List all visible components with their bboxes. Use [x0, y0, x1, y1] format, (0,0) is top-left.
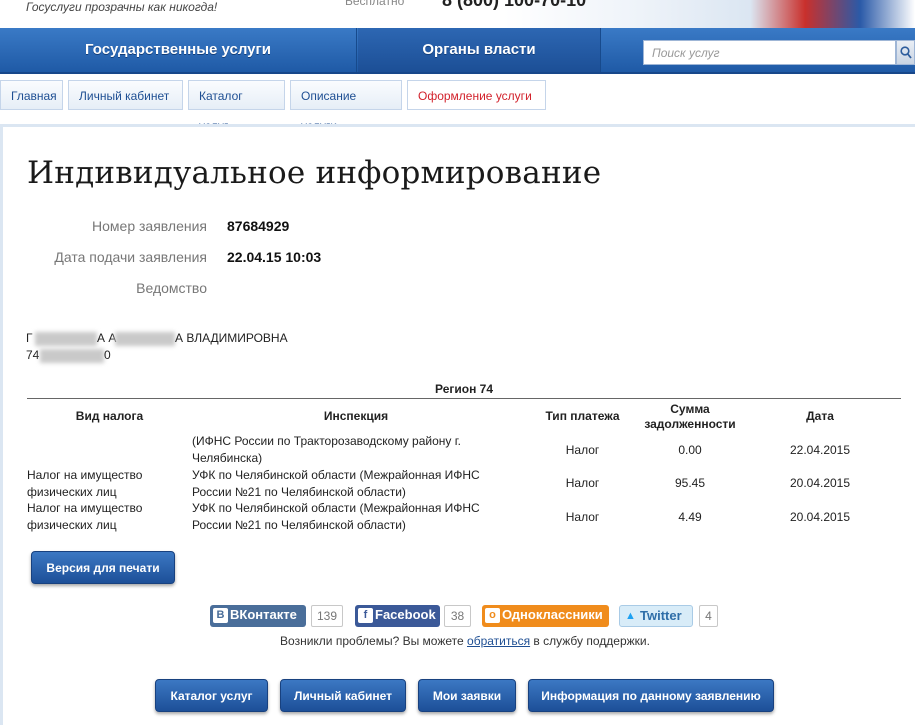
print-version-button[interactable]: Версия для печати — [31, 551, 175, 584]
slogan: Госуслуги прозрачны как никогда! — [26, 0, 218, 14]
page-title: Индивидуальное информирование — [27, 155, 602, 191]
row1-inspection-line2: Челябинска) — [192, 451, 263, 465]
breadcrumb-home[interactable]: Главная — [0, 80, 63, 110]
person-id-prefix: 74 — [26, 348, 40, 362]
share-vk-count: 139 — [311, 605, 343, 627]
row3-payment-type: Налог — [565, 510, 600, 524]
phone-number: 8 (800) 100-70-10 — [442, 0, 587, 10]
row1-payment-type: Налог — [565, 443, 600, 457]
row2-debt: 95.45 — [674, 476, 706, 490]
redaction-blur — [35, 332, 97, 346]
share-facebook-button[interactable]: f Facebook — [355, 605, 440, 627]
application-info-button[interactable]: Информация по данному заявлению — [528, 679, 774, 712]
breadcrumb-catalog[interactable]: Каталог услуг — [188, 80, 285, 133]
row3-inspection-line1: УФК по Челябинской области (Межрайонная … — [192, 501, 480, 515]
my-requests-button[interactable]: Мои заявки — [418, 679, 516, 712]
share-vk-label: ВКонтакте — [230, 607, 297, 622]
region-caption: Регион 74 — [434, 382, 493, 396]
row2-inspection-line1: УФК по Челябинской области (Межрайонная … — [192, 468, 480, 482]
main-navbar: Государственные услуги Органы власти Пои… — [0, 28, 915, 74]
facebook-icon: f — [358, 608, 373, 623]
redaction-blur — [115, 332, 175, 346]
odnoklassniki-icon: o — [485, 608, 500, 623]
search-icon — [900, 46, 912, 59]
twitter-icon: ▲ — [625, 610, 636, 622]
support-link[interactable]: обратиться — [467, 634, 530, 648]
support-message: Возникли проблемы? Вы можете обратиться … — [0, 634, 915, 648]
row2-inspection-line2: России №21 по Челябинской области) — [192, 485, 406, 499]
cabinet-button[interactable]: Личный кабинет — [280, 679, 406, 712]
share-vk-button[interactable]: В ВКонтакте — [210, 605, 306, 627]
person-name-prefix: Г — [26, 331, 33, 345]
breadcrumb: Главная Личный кабинет Каталог услуг Опи… — [0, 80, 915, 133]
table-divider — [27, 398, 901, 399]
support-text-before: Возникли проблемы? Вы можете — [280, 634, 468, 648]
submission-date-label: Дата подачи заявления — [54, 249, 207, 265]
agency-label: Ведомство — [136, 280, 207, 296]
breadcrumb-description[interactable]: Описание услуги — [290, 80, 402, 133]
share-odnoklassniki-button[interactable]: o Одноклассники — [482, 605, 609, 627]
person-name-suffix: А ВЛАДИМИРОВНА — [175, 331, 288, 345]
vk-icon: В — [213, 608, 228, 623]
header-debt-line2: задолженности — [644, 417, 736, 431]
support-text-after: в службу поддержки. — [530, 634, 650, 648]
search-button[interactable] — [896, 40, 915, 65]
person-name-mid: А А — [97, 331, 117, 345]
row3-date: 20.04.2015 — [789, 510, 851, 524]
redaction-blur — [40, 349, 104, 363]
share-twitter-label: Twitter — [640, 608, 682, 623]
submission-date-value: 22.04.15 10:03 — [227, 249, 322, 265]
row3-debt: 4.49 — [678, 510, 702, 524]
breadcrumb-current: Оформление услуги — [407, 80, 546, 110]
application-number-label: Номер заявления — [92, 218, 207, 234]
row3-tax-line2: физических лиц — [27, 518, 117, 532]
header-tax-type: Вид налога — [75, 409, 144, 423]
person-id-suffix: 0 — [104, 348, 111, 362]
nav-tab-services[interactable]: Государственные услуги — [0, 28, 357, 72]
phone-label: Бесплатно — [345, 0, 405, 8]
share-facebook-label: Facebook — [375, 607, 436, 622]
row2-payment-type: Налог — [565, 476, 600, 490]
nav-tab-authorities[interactable]: Органы власти — [358, 28, 601, 72]
share-twitter-count: 4 — [699, 605, 718, 627]
row1-inspection-line1: (ИФНС России по Тракторозаводскому район… — [192, 434, 461, 448]
row2-date: 20.04.2015 — [789, 476, 851, 490]
row1-date: 22.04.2015 — [789, 443, 851, 457]
search-input[interactable]: Поиск услуг — [643, 40, 896, 65]
application-number-value: 87684929 — [227, 218, 290, 234]
row1-debt: 0.00 — [678, 443, 702, 457]
row3-tax-line1: Налог на имущество — [27, 501, 143, 515]
header-inspection: Инспекция — [323, 409, 389, 423]
header-date: Дата — [806, 409, 834, 423]
breadcrumb-cabinet[interactable]: Личный кабинет — [68, 80, 183, 110]
header-debt-line1: Сумма — [670, 402, 710, 416]
share-facebook-count: 38 — [444, 605, 471, 627]
share-odnoklassniki-label: Одноклассники — [502, 607, 603, 622]
catalog-button[interactable]: Каталог услуг — [155, 679, 268, 712]
top-banner: Госуслуги прозрачны как никогда! Бесплат… — [0, 0, 915, 28]
header-payment-type: Тип платежа — [545, 409, 620, 423]
row2-tax-line1: Налог на имущество — [27, 468, 143, 482]
row2-tax-line2: физических лиц — [27, 485, 117, 499]
share-twitter-button[interactable]: ▲ Twitter — [619, 605, 693, 627]
row3-inspection-line2: России №21 по Челябинской области) — [192, 518, 406, 532]
